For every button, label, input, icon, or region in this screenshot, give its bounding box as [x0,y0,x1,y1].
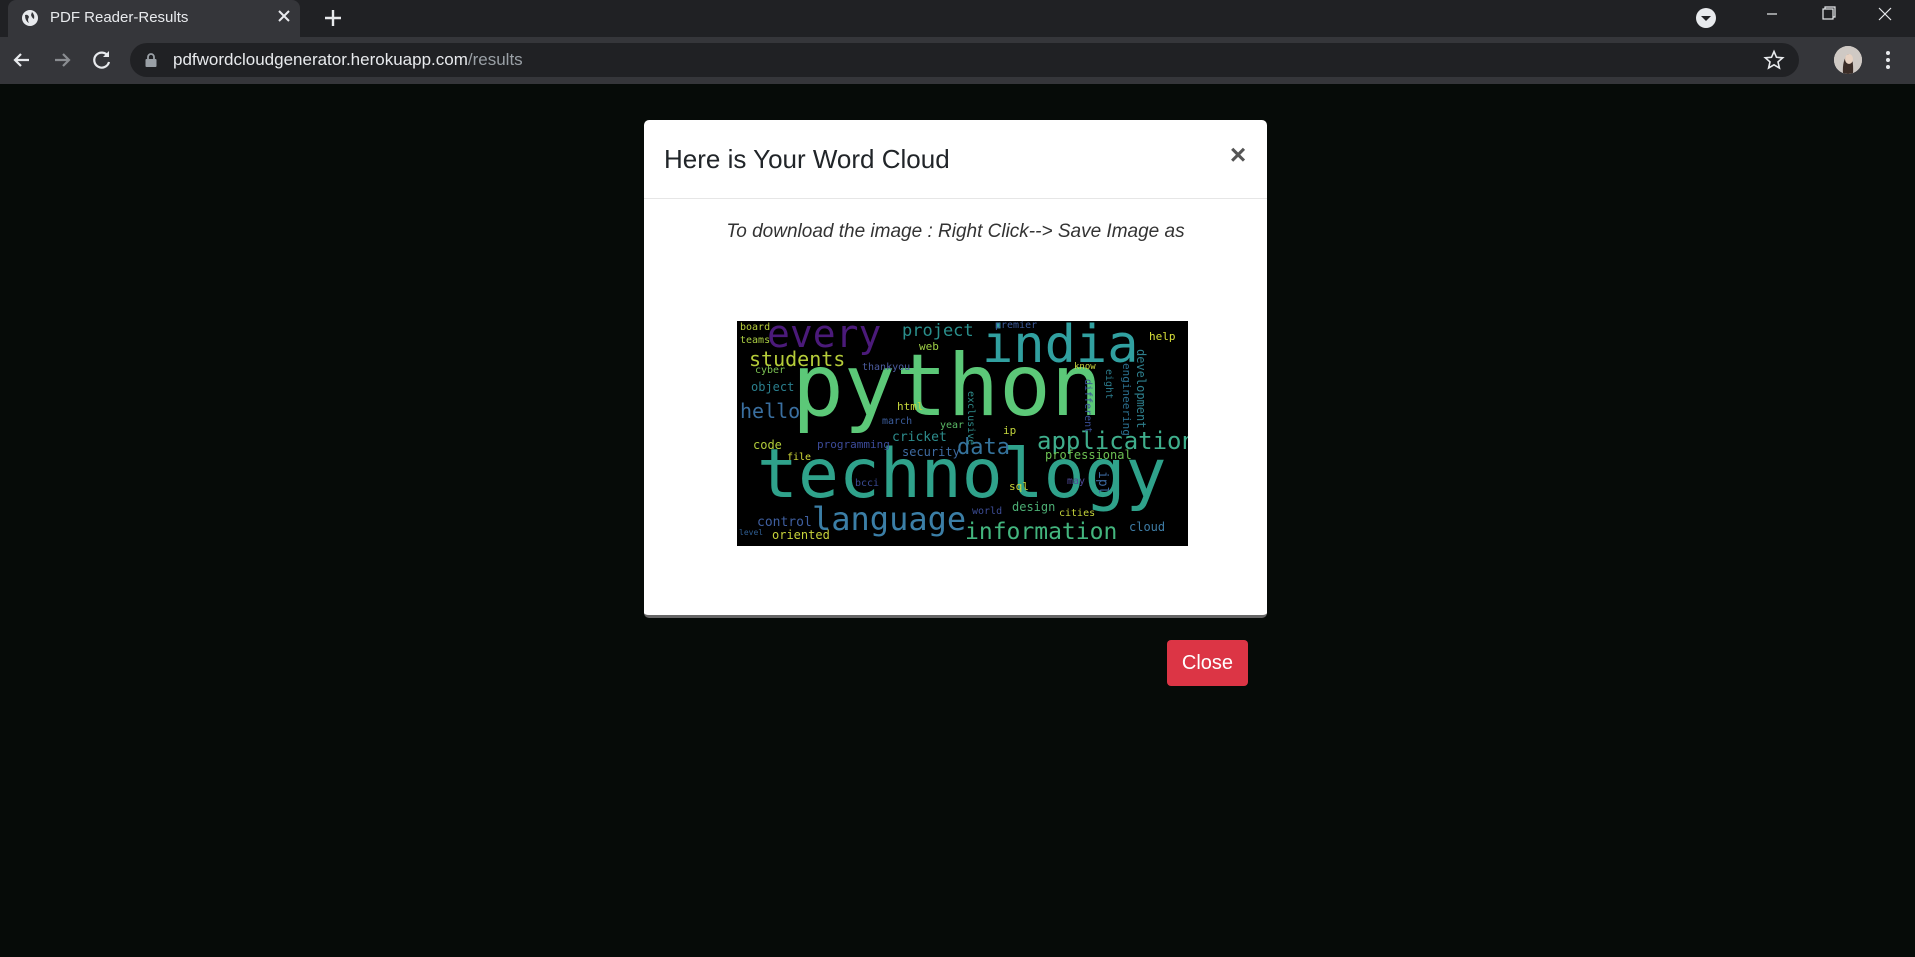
page-backdrop: Here is Your Word Cloud × To download th… [0,84,1915,957]
word-cloud-word: sql [1009,480,1029,493]
word-cloud-word: engineering [1120,363,1133,436]
word-cloud-word: march [882,416,913,427]
address-bar[interactable]: pdfwordcloudgenerator.herokuapp.com/resu… [130,43,1799,77]
more-menu-icon[interactable] [1878,47,1898,73]
word-cloud-word: board [740,322,771,333]
browser-tab[interactable]: PDF Reader-Results [8,0,300,37]
word-cloud-word: development [1134,349,1148,429]
close-window-icon[interactable] [1862,0,1908,30]
word-cloud-word: exclusive [965,391,976,446]
modal-header: Here is Your Word Cloud × [644,120,1267,199]
word-cloud-word: code [753,438,782,452]
word-cloud-word: professional [1045,448,1132,462]
download-hint: To download the image : Right Click--> S… [726,221,1185,242]
lock-icon[interactable] [144,52,158,68]
globe-icon [21,9,39,27]
word-cloud-word: information [965,519,1118,545]
word-cloud-word: world [972,506,1003,517]
word-cloud-word: teams [740,335,771,346]
word-cloud-word: thankyou [862,362,911,373]
word-cloud-word: file [787,452,812,463]
word-cloud-word: eight [1103,369,1114,400]
word-cloud-word: different [1082,379,1093,434]
word-cloud-word: know [1074,362,1096,372]
word-cloud-word: html [897,400,924,413]
word-cloud-word: design [1012,500,1056,514]
word-cloud-word: web [919,340,939,353]
modal-close-icon[interactable]: × [1225,140,1251,170]
word-cloud-word: ipl [1095,471,1110,495]
word-cloud-word: project [902,321,974,341]
word-cloud-word: object [751,380,795,394]
url-domain: pdfwordcloudgenerator.herokuapp.com [173,50,468,69]
word-cloud-word: bcci [855,478,880,489]
word-cloud-word: ip [1003,424,1017,437]
word-cloud-word: cloud [1129,520,1166,534]
word-cloud-word: year [940,420,965,431]
new-tab-icon[interactable] [320,5,346,31]
tab-title: PDF Reader-Results [50,9,189,26]
word-cloud-word: cyber [755,365,786,376]
word-cloud-image[interactable]: python technology india every students projec… [737,321,1188,546]
tab-search-icon[interactable] [1694,6,1718,30]
forward-icon[interactable] [49,47,75,73]
profile-avatar[interactable] [1834,46,1862,74]
word-cloud-word: security [902,445,960,459]
url-path: /results [467,50,523,69]
browser-tabstrip: PDF Reader-Results [0,0,1915,37]
word-cloud-word: level [739,528,764,537]
word-cloud-word: premier [995,321,1038,331]
word-cloud-word: oriented [772,528,830,542]
modal-title: Here is Your Word Cloud [664,144,950,174]
minimize-icon[interactable] [1749,0,1795,30]
browser-toolbar: pdfwordcloudgenerator.herokuapp.com/resu… [0,37,1915,84]
restore-icon[interactable] [1805,0,1851,30]
word-cloud-word: may [1067,476,1086,487]
tab-close-icon[interactable] [274,6,294,26]
word-cloud-word: hello [740,399,801,423]
bookmark-star-icon[interactable] [1763,49,1785,71]
word-cloud-word: programming [817,438,890,451]
close-button[interactable]: Close [1167,640,1248,686]
word-cloud-modal: Here is Your Word Cloud × To download th… [644,120,1267,618]
word-cloud-word: cricket [892,430,947,445]
word-cloud-word: help [1149,330,1176,343]
word-cloud-word: cities [1059,508,1096,519]
url-text[interactable]: pdfwordcloudgenerator.herokuapp.com/resu… [173,50,523,70]
back-icon[interactable] [9,47,35,73]
reload-icon[interactable] [89,47,115,73]
word-cloud-word: language [812,500,967,538]
